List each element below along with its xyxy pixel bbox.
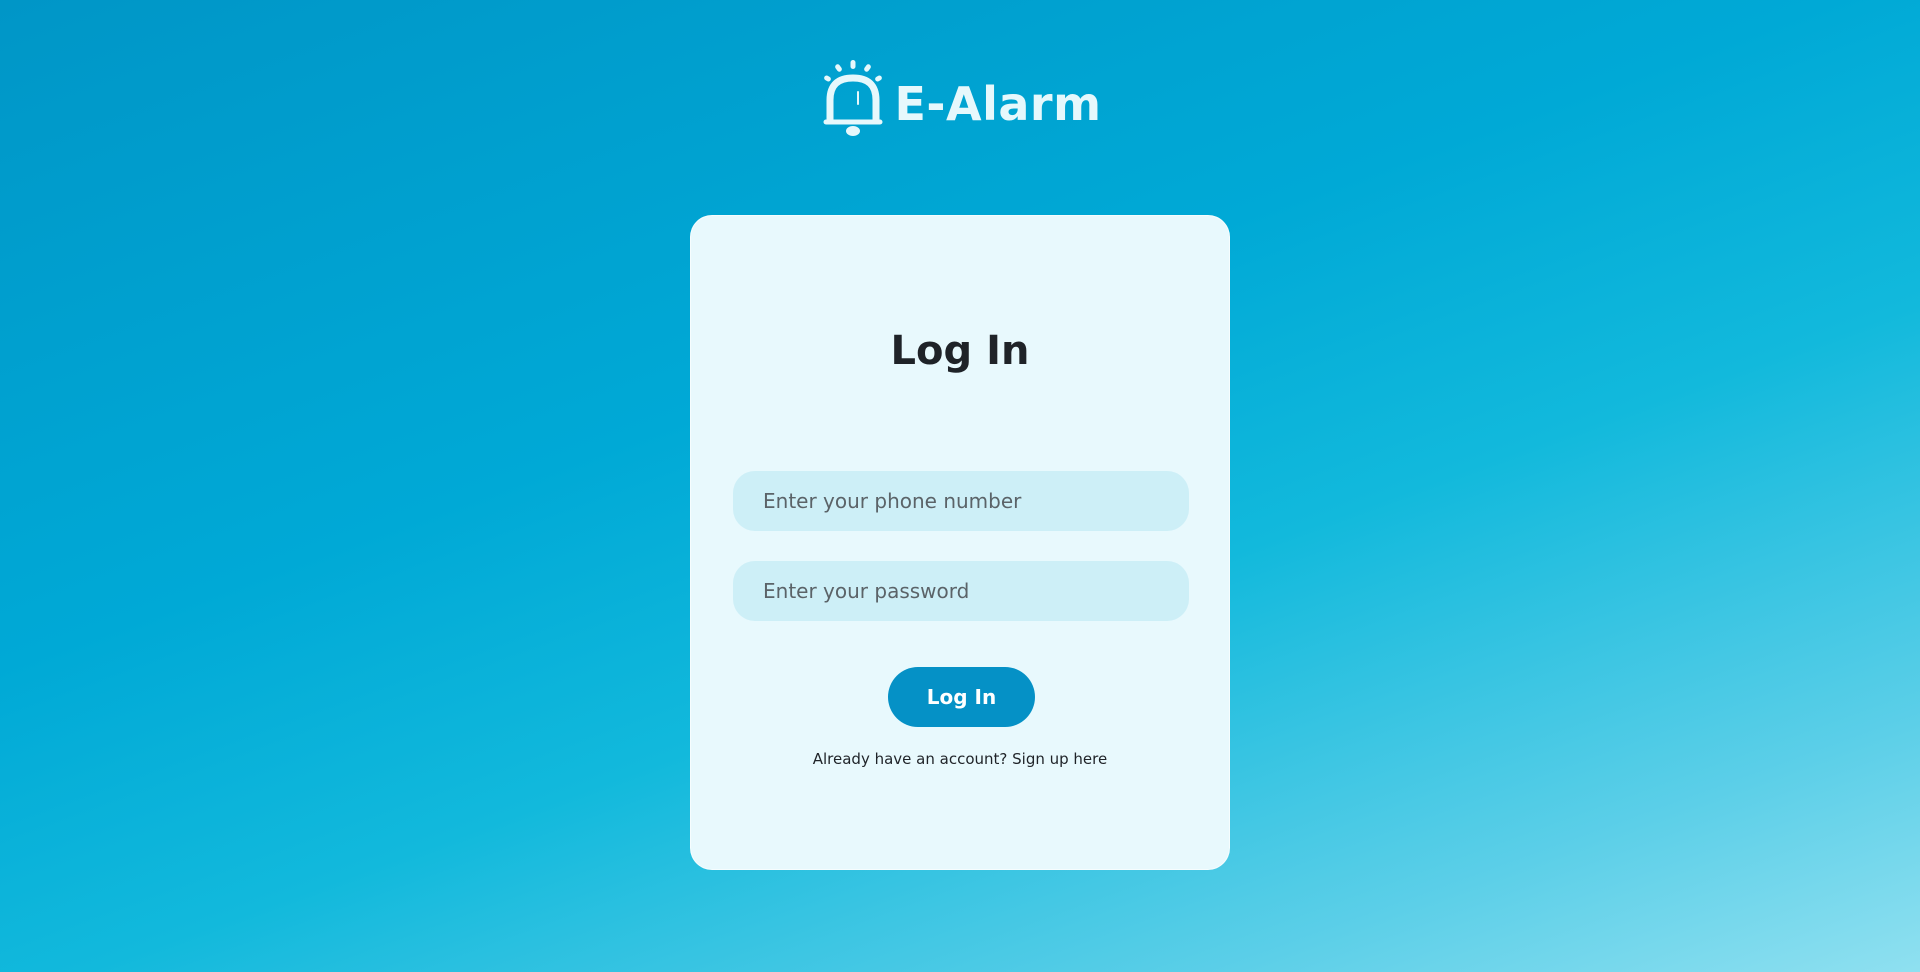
phone-number-input[interactable] [733, 471, 1189, 531]
login-card: Log In Log In Already have an account? S… [690, 215, 1230, 870]
brand-name: E-Alarm [894, 77, 1102, 131]
alarm-bell-icon [823, 60, 883, 136]
signup-prompt-text: Already have an account? [812, 750, 1013, 768]
brand-header: E-Alarm [0, 58, 1920, 138]
signup-prompt-line: Already have an account? Sign up here [691, 750, 1229, 768]
password-input[interactable] [733, 561, 1189, 621]
signup-link[interactable]: Sign up here [1012, 750, 1107, 768]
login-title: Log In [890, 328, 1030, 374]
login-button[interactable]: Log In [888, 667, 1035, 727]
